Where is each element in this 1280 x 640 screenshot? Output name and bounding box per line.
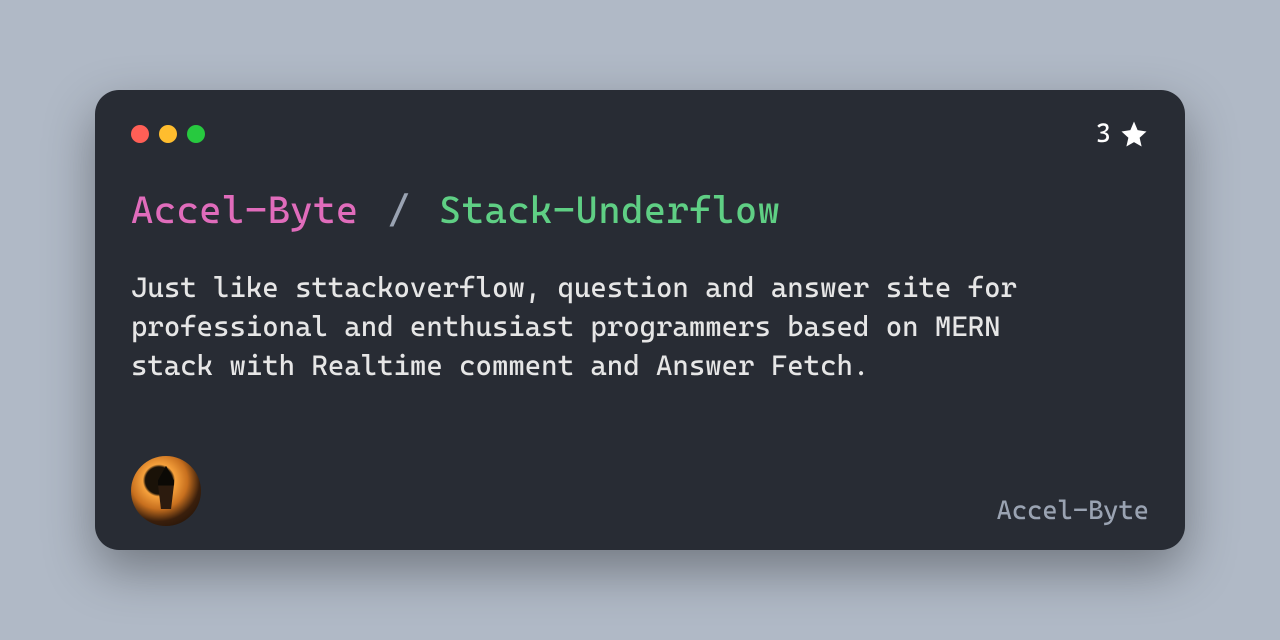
window-controls <box>131 125 205 143</box>
repo-description: Just like sttackoverflow, question and a… <box>131 268 1071 386</box>
star-icon <box>1119 119 1149 149</box>
repo-owner-link[interactable]: Accel-Byte <box>131 188 359 232</box>
star-count-value: 3 <box>1096 119 1111 149</box>
maximize-icon[interactable] <box>187 125 205 143</box>
author-label: Accel-Byte <box>997 496 1149 526</box>
path-separator: / <box>387 188 410 232</box>
avatar[interactable] <box>131 456 201 526</box>
header-row: 3 <box>131 118 1149 150</box>
repo-name-link[interactable]: Stack-Underflow <box>439 188 780 232</box>
star-count: 3 <box>1096 119 1149 149</box>
minimize-icon[interactable] <box>159 125 177 143</box>
repo-title: Accel-Byte / Stack-Underflow <box>131 188 1149 232</box>
footer-row: Accel-Byte <box>131 456 1149 526</box>
repo-card: 3 Accel-Byte / Stack-Underflow Just like… <box>95 90 1185 550</box>
close-icon[interactable] <box>131 125 149 143</box>
